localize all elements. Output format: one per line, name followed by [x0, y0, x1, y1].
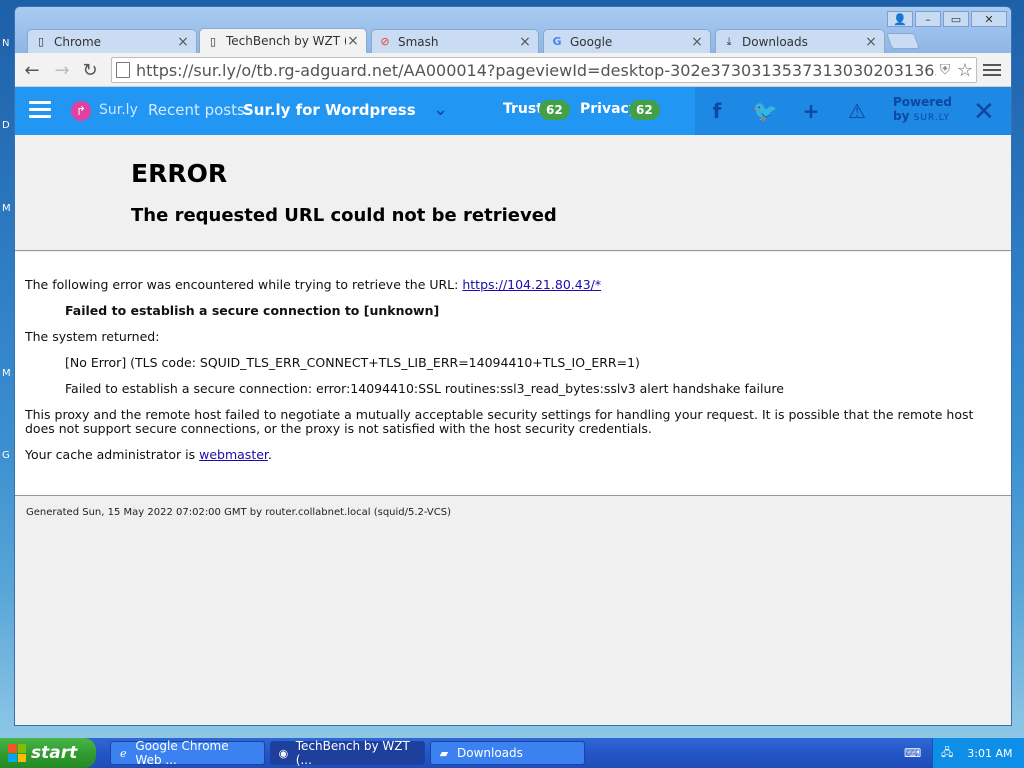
error-explanation: does not support secure connections, or …: [25, 421, 652, 436]
chrome-icon: ◉: [278, 746, 289, 760]
admin-prefix: Your cache administrator is: [25, 447, 200, 462]
taskbar-item-downloads[interactable]: ▰ Downloads: [430, 741, 585, 765]
reload-button[interactable]: ↻: [79, 59, 101, 81]
url-text[interactable]: https://sur.ly/o/tb.rg-adguard.net/AA000…: [136, 61, 936, 80]
folder-icon: ▰: [439, 746, 449, 760]
close-icon[interactable]: ×: [864, 34, 878, 50]
tab-smash[interactable]: ⊘ Smash ×: [371, 29, 539, 53]
taskbar-item-label: TechBench by WZT (...: [295, 739, 410, 767]
close-icon[interactable]: ×: [518, 34, 532, 50]
forward-button[interactable]: →: [51, 59, 73, 81]
address-bar[interactable]: https://sur.ly/o/tb.rg-adguard.net/AA000…: [111, 57, 977, 83]
page-icon: ▯: [37, 35, 45, 48]
surly-brand[interactable]: Sur.ly: [99, 102, 138, 118]
tab-strip: ▯ Chrome × ▯ TechBench by WZT (v4. × ⊘ S…: [15, 7, 1011, 53]
surly-logo-icon[interactable]: ↱: [71, 101, 91, 121]
close-icon[interactable]: ✕: [973, 97, 995, 127]
minimize-icon[interactable]: –: [915, 11, 941, 27]
close-icon[interactable]: ✕: [971, 11, 1007, 27]
network-icon[interactable]: 🖧: [941, 744, 953, 763]
keyboard-icon[interactable]: ⌨: [904, 746, 921, 760]
tab-title: Smash: [398, 34, 439, 49]
page-title: ERROR: [131, 159, 228, 188]
tab-downloads[interactable]: ⤓ Downloads ×: [715, 29, 885, 53]
powered-by[interactable]: Powered by SUR.LY: [893, 95, 952, 125]
desktop-icon-label: G: [2, 450, 10, 461]
ie-icon: ℯ: [119, 746, 127, 760]
error-intro-text: The following error was encountered whil…: [25, 277, 463, 292]
hamburger-icon[interactable]: [29, 101, 51, 121]
tab-title: Downloads: [742, 34, 808, 49]
download-icon: ⤓: [726, 34, 732, 48]
recent-posts-label: Recent posts:: [148, 101, 250, 119]
error-failed: Failed to establish a secure connection …: [65, 303, 440, 318]
plus-icon[interactable]: +: [799, 99, 823, 123]
star-icon[interactable]: ☆: [954, 60, 976, 81]
taskbar-item-label: Downloads: [457, 746, 523, 760]
privacy-score-badge: 62: [629, 100, 660, 120]
close-icon[interactable]: ×: [176, 34, 190, 50]
tab-chrome[interactable]: ▯ Chrome ×: [27, 29, 197, 53]
windows-logo-icon: [8, 744, 26, 762]
tab-techbench[interactable]: ▯ TechBench by WZT (v4. ×: [199, 28, 367, 53]
taskbar-item-techbench[interactable]: ◉ TechBench by WZT (...: [270, 739, 425, 767]
error-explanation: This proxy and the remote host failed to…: [25, 407, 974, 422]
twitter-icon[interactable]: 🐦: [753, 99, 778, 123]
taskbar: start ℯ Google Chrome Web ... ◉ TechBenc…: [0, 738, 1024, 768]
maximize-icon[interactable]: ▭: [943, 11, 969, 27]
new-tab-button[interactable]: [886, 33, 920, 49]
system-returned-label: The system returned:: [25, 329, 160, 344]
smash-icon: ⊘: [380, 35, 390, 48]
taskbar-item-label: Google Chrome Web ...: [135, 739, 229, 767]
surly-toolbar: ↱ Sur.ly Recent posts: Sur.ly for Wordpr…: [15, 87, 1011, 135]
user-icon[interactable]: 👤: [887, 11, 913, 27]
desktop-icon-label: M: [2, 203, 11, 214]
toolbar: ← → ↻ https://sur.ly/o/tb.rg-adguard.net…: [15, 53, 1011, 87]
back-button[interactable]: ←: [21, 59, 43, 81]
browser-window: ▯ Chrome × ▯ TechBench by WZT (v4. × ⊘ S…: [14, 6, 1012, 726]
start-label: start: [31, 743, 78, 763]
ssl-error-message: Failed to establish a secure connection:…: [65, 381, 784, 396]
error-body: The following error was encountered whil…: [15, 252, 1011, 496]
powered-line1: Powered: [893, 95, 952, 109]
menu-icon[interactable]: [983, 61, 1001, 79]
page-icon: [116, 62, 130, 78]
desktop-icon-label: N: [2, 38, 10, 49]
error-url-link[interactable]: https://104.21.80.43/*: [462, 277, 601, 292]
tab-title: Google: [570, 34, 613, 49]
powered-brand: SUR.LY: [913, 113, 951, 123]
shield-icon[interactable]: ⛨: [936, 62, 954, 78]
admin-line: Your cache administrator is webmaster.: [25, 447, 272, 462]
system-tray: 🖧 3:01 AM: [932, 738, 1024, 768]
admin-suffix: .: [267, 447, 272, 462]
page-icon: ▯: [209, 34, 217, 48]
error-intro: The following error was encountered whil…: [25, 277, 601, 292]
google-icon: G: [552, 35, 562, 48]
trust-label: Trust: [503, 101, 543, 117]
error-page: ERROR The requested URL could not be ret…: [15, 135, 1011, 725]
facebook-icon[interactable]: f: [705, 99, 729, 123]
tls-error-code: [No Error] (TLS code: SQUID_TLS_ERR_CONN…: [65, 355, 640, 370]
close-icon[interactable]: ×: [690, 34, 704, 50]
error-footer: Generated Sun, 15 May 2022 07:02:00 GMT …: [26, 507, 451, 518]
desktop-icon-label: D: [2, 120, 10, 131]
taskbar-item-chrome-web[interactable]: ℯ Google Chrome Web ...: [110, 739, 265, 767]
error-header: ERROR The requested URL could not be ret…: [15, 135, 1011, 251]
trust-score-badge: 62: [539, 100, 570, 120]
recent-post-link[interactable]: Sur.ly for Wordpress: [243, 101, 416, 119]
desktop-icon-label: M: [2, 368, 11, 379]
chevron-down-icon[interactable]: ⌄: [433, 99, 448, 120]
error-subtitle: The requested URL could not be retrieved: [131, 205, 557, 226]
webmaster-link[interactable]: webmaster: [199, 447, 268, 462]
tab-google[interactable]: G Google ×: [543, 29, 711, 53]
close-icon[interactable]: ×: [346, 33, 360, 49]
clock[interactable]: 3:01 AM: [967, 747, 1012, 760]
warning-icon[interactable]: ⚠: [845, 99, 869, 123]
powered-line2: by: [893, 109, 910, 123]
tab-title: TechBench by WZT (v4.: [226, 34, 346, 48]
start-button[interactable]: start: [0, 738, 96, 768]
tab-title: Chrome: [54, 34, 102, 49]
